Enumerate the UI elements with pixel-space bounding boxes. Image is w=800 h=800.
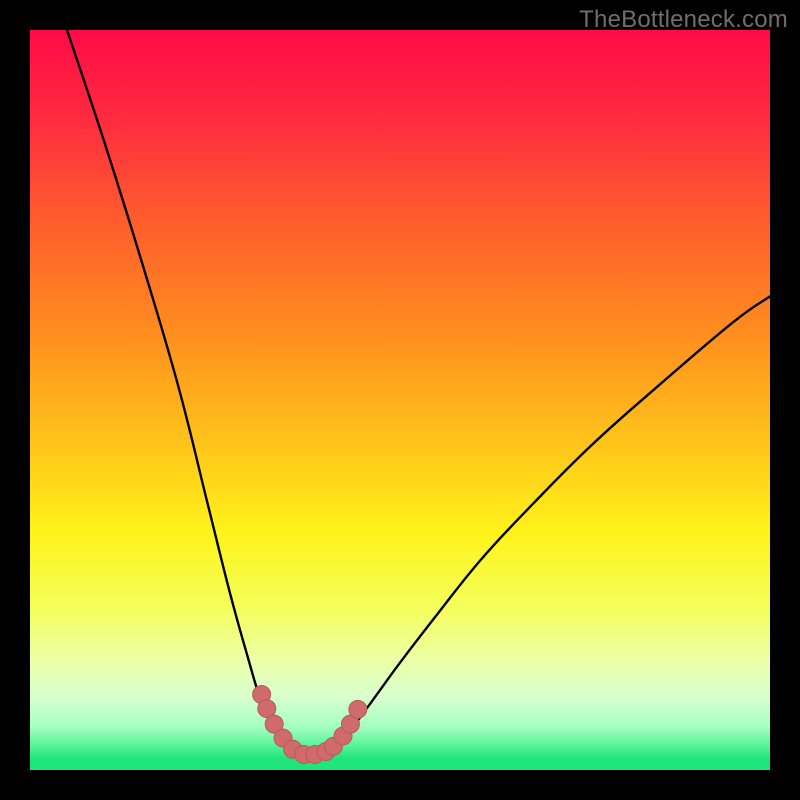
plot-area [30, 30, 770, 770]
gradient-background [30, 30, 770, 770]
chart-stage: TheBottleneck.com [0, 0, 800, 800]
chart-svg [30, 30, 770, 770]
highlight-dot [349, 700, 367, 718]
